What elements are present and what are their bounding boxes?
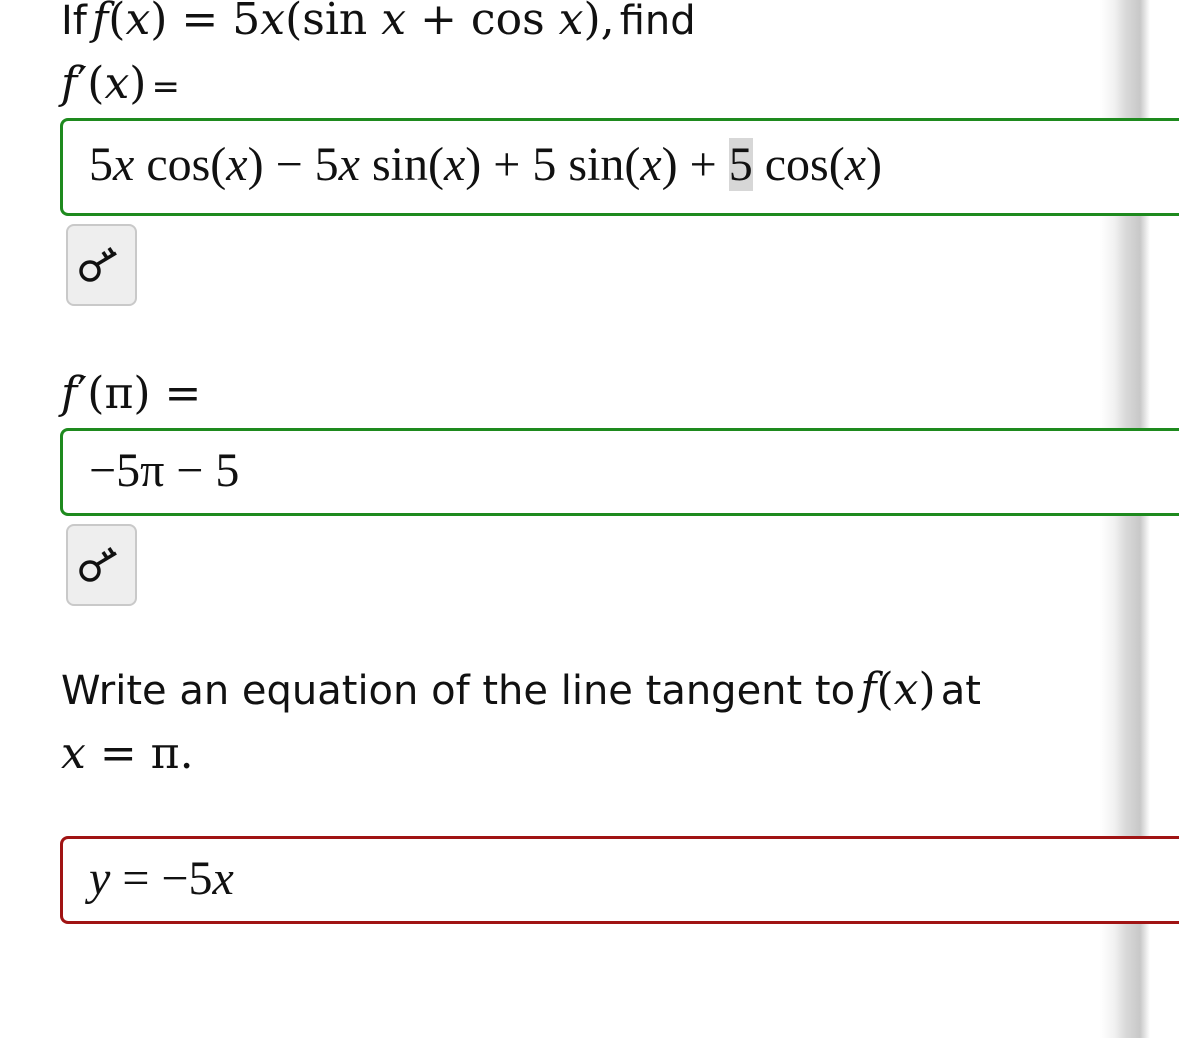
value-at-pi-answer-text: −5π − 5	[89, 444, 240, 497]
tangent-prompt-text: Write an equation of the line tangent to	[61, 668, 856, 714]
derivative-label: f′(x) =	[61, 58, 180, 109]
tangent-function: f(x)	[860, 664, 936, 715]
question-header: If f(x) = 5x(sin x + cos x), find	[61, 0, 696, 45]
tangent-at: at	[940, 668, 981, 714]
cursor-highlight: 5	[728, 138, 753, 191]
value-at-pi-answer-field[interactable]: −5π − 5	[60, 428, 1179, 516]
tangent-point-math: x = π.	[61, 728, 194, 779]
function-definition: f(x) = 5x(sin x + cos x),	[91, 0, 615, 45]
answer-key-button[interactable]	[66, 524, 137, 606]
derivative-answer-field[interactable]: 5x cos(x) − 5x sin(x) + 5 sin(x) + 5 cos…	[60, 118, 1179, 216]
equals-sign: =	[151, 67, 181, 107]
value-at-pi-label: f′(π) =	[61, 368, 201, 419]
tangent-line-answer-text: y = −5x	[89, 852, 234, 905]
find-word: find	[619, 0, 696, 44]
derivative-answer-text: 5x cos(x) − 5x sin(x) + 5 sin(x) + 5 cos…	[89, 138, 882, 191]
derivative-symbol: f′(x)	[61, 58, 147, 109]
tangent-line-answer-field[interactable]: y = −5x	[60, 836, 1179, 924]
derivative-at-pi-symbol: f′(π) =	[61, 368, 202, 419]
key-icon	[78, 247, 117, 282]
intro-if: If	[61, 0, 87, 44]
tangent-prompt: Write an equation of the line tangent to…	[61, 664, 981, 715]
key-icon	[78, 547, 117, 582]
answer-key-button[interactable]	[66, 224, 137, 306]
tangent-point: x = π.	[61, 728, 194, 779]
